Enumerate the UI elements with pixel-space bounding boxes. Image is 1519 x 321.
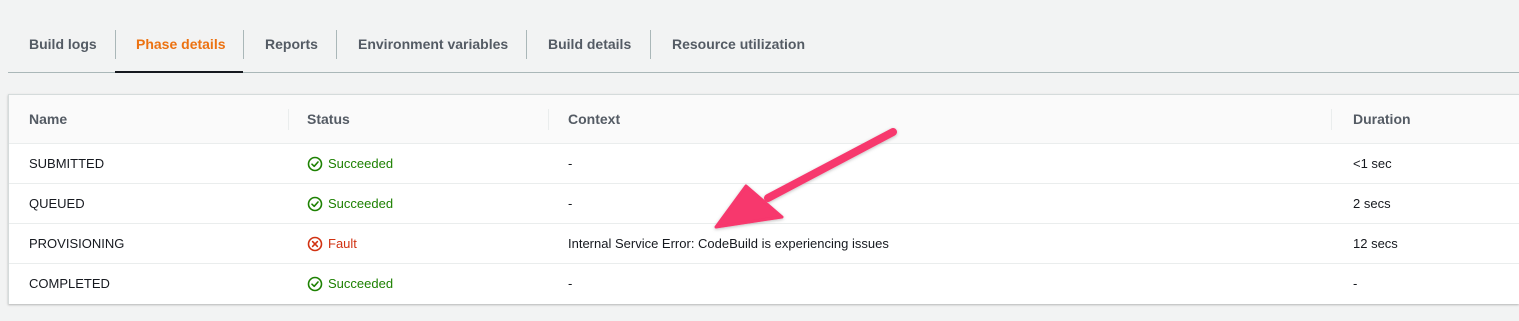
phase-details-table: Name Status Context Duration SUBMITTED S…: [8, 94, 1519, 304]
tab-phase-details[interactable]: Phase details: [115, 30, 243, 73]
x-circle-icon: [307, 236, 323, 252]
phase-context: -: [568, 276, 573, 291]
column-header-duration[interactable]: Duration: [1353, 95, 1411, 143]
status-badge: Fault: [307, 224, 357, 264]
column-header-name[interactable]: Name: [29, 95, 67, 143]
tab-build-details[interactable]: Build details: [527, 30, 652, 73]
column-divider: [288, 109, 289, 130]
status-text: Succeeded: [328, 196, 394, 211]
table-row: COMPLETED Succeeded - -: [9, 264, 1519, 304]
phase-name: SUBMITTED: [29, 156, 105, 171]
check-circle-icon: [307, 196, 323, 212]
check-circle-icon: [307, 276, 323, 292]
phase-context: -: [568, 156, 573, 171]
phase-duration: -: [1353, 276, 1358, 291]
status-badge: Succeeded: [307, 264, 393, 304]
phase-duration: <1 sec: [1353, 156, 1392, 171]
table-row: SUBMITTED Succeeded - <1 sec: [9, 144, 1519, 184]
phase-details-view: Build logs Phase details Reports Environ…: [0, 0, 1519, 321]
check-circle-icon: [307, 156, 323, 172]
phase-context: -: [568, 196, 573, 211]
phase-duration: 12 secs: [1353, 236, 1398, 251]
tab-reports[interactable]: Reports: [244, 30, 339, 73]
table-row: PROVISIONING Fault Internal Service Erro…: [9, 224, 1519, 264]
phase-name: COMPLETED: [29, 276, 110, 291]
column-header-context[interactable]: Context: [568, 95, 620, 143]
column-header-status[interactable]: Status: [307, 95, 350, 143]
tab-environment-variables[interactable]: Environment variables: [337, 30, 529, 73]
phase-name: PROVISIONING: [29, 236, 125, 251]
tab-bar: Build logs Phase details Reports Environ…: [8, 0, 1519, 73]
column-divider: [548, 109, 549, 130]
table-header: Name Status Context Duration: [9, 95, 1519, 144]
status-text: Fault: [328, 236, 357, 251]
status-text: Succeeded: [328, 156, 394, 171]
phase-context: Internal Service Error: CodeBuild is exp…: [568, 236, 889, 251]
column-divider: [1331, 109, 1332, 130]
tab-resource-utilization[interactable]: Resource utilization: [651, 30, 826, 73]
tab-build-logs[interactable]: Build logs: [8, 30, 118, 73]
phase-name: QUEUED: [29, 196, 85, 211]
status-text: Succeeded: [328, 276, 394, 291]
status-badge: Succeeded: [307, 184, 393, 224]
table-row: QUEUED Succeeded - 2 secs: [9, 184, 1519, 224]
phase-duration: 2 secs: [1353, 196, 1391, 211]
status-badge: Succeeded: [307, 144, 393, 184]
